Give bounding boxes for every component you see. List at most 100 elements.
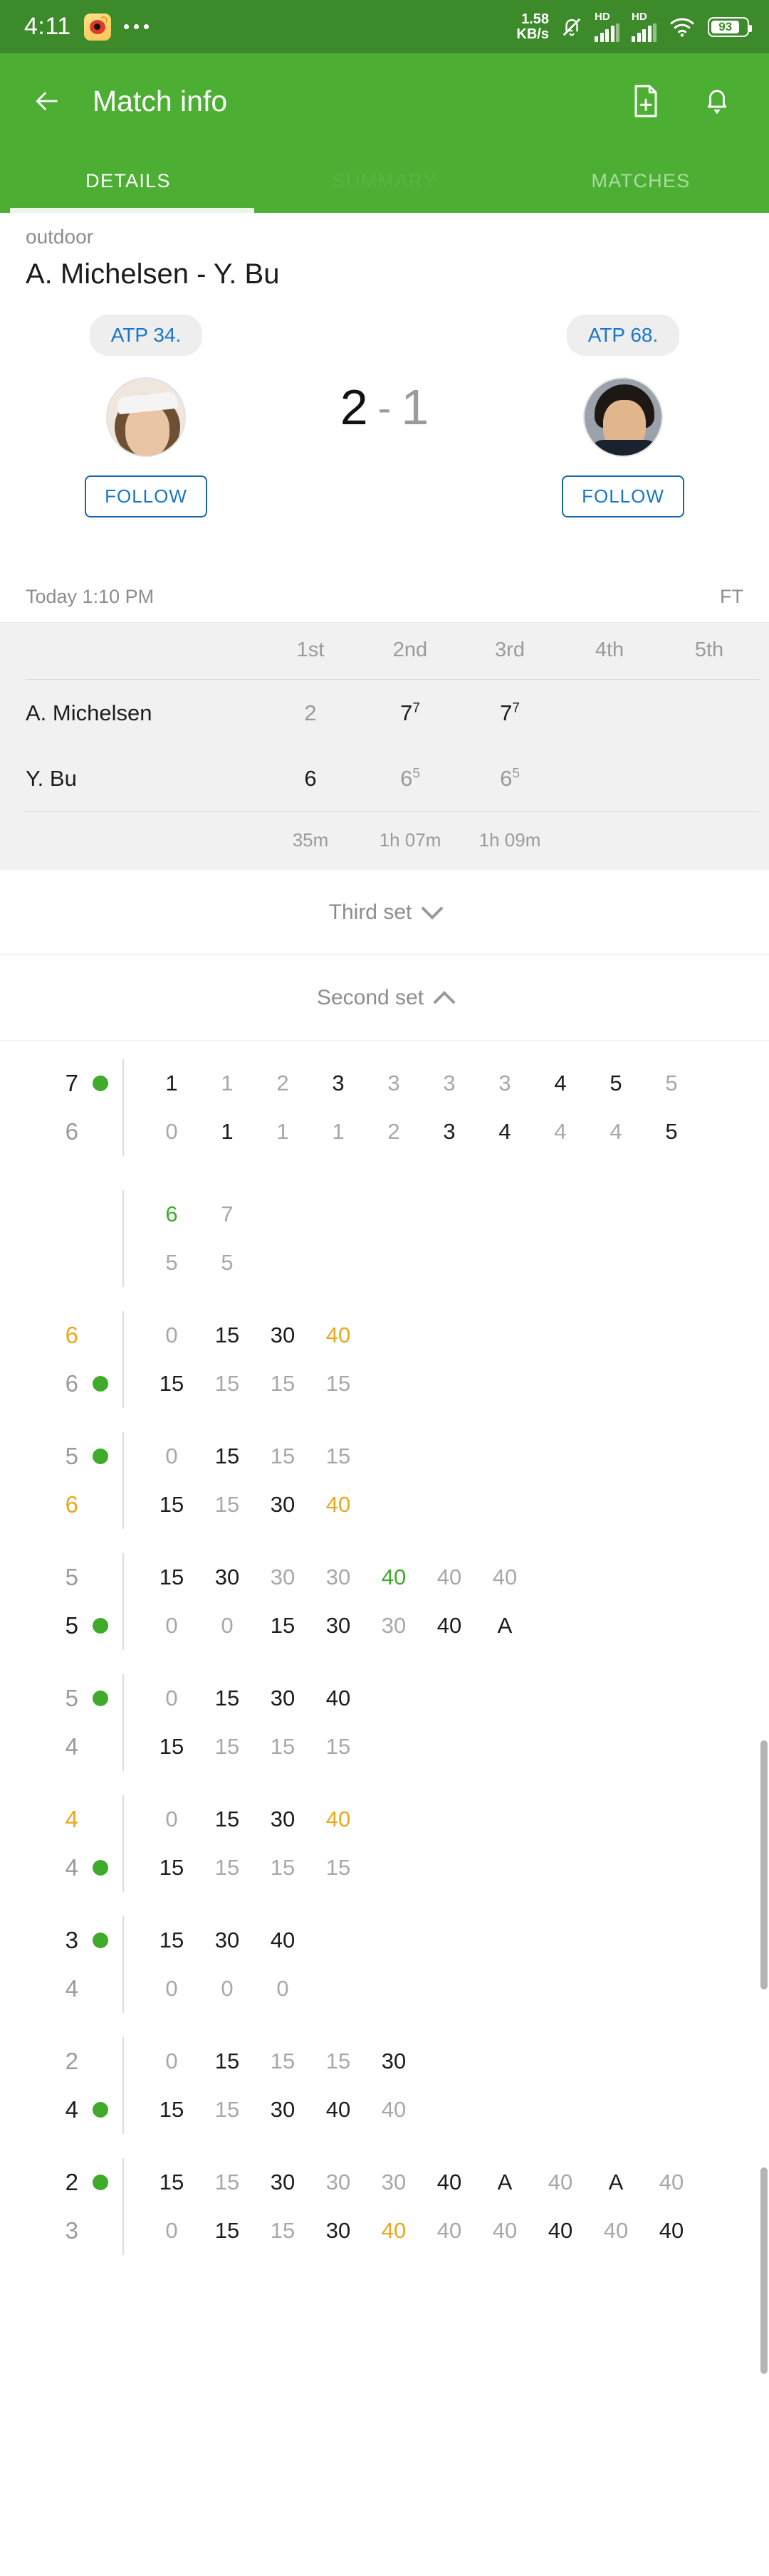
point-value: 40: [548, 2218, 573, 2243]
point-sequence: 15 30 30 30 40 40 40: [124, 1565, 533, 1590]
back-arrow-icon[interactable]: [24, 79, 68, 123]
weibo-icon: [83, 13, 111, 41]
point-value: 3: [443, 1071, 456, 1095]
set-row-name-home: A. Michelsen: [26, 700, 152, 725]
set-cell-away-2: 65: [400, 765, 420, 791]
point-by-point-row: 55: [0, 1239, 769, 1287]
point-value: 30: [325, 1565, 351, 1589]
point-value: 2: [387, 1119, 400, 1144]
follow-home-button[interactable]: FOLLOW: [85, 475, 207, 517]
scrollbar-thumb-secondary[interactable]: [760, 2167, 768, 2374]
point-sequence: 15 30 40: [124, 1928, 310, 1953]
point-value: 40: [492, 2218, 518, 2243]
notification-bell-icon[interactable]: [698, 81, 736, 121]
point-sequence: 1 1 2 3 3 3 3 4 5 5: [124, 1071, 699, 1096]
point-value: 15: [270, 1734, 295, 1759]
point-value: 40: [270, 1928, 295, 1952]
set-cell-home-2: 77: [400, 700, 420, 725]
point-by-point-row: 5 0 15 30 40: [0, 1674, 769, 1723]
set-score-table: 1st 2nd 3rd 4th 5th A. Michelsen 2 77 77: [0, 623, 769, 870]
point-sequence: 15 15 15 15: [124, 1734, 366, 1760]
game-count: 6: [65, 1322, 78, 1348]
point-value: 30: [381, 1613, 407, 1638]
tab-matches[interactable]: MATCHES: [513, 149, 769, 213]
point-sequence: 15 15 30 40 40: [124, 2097, 422, 2123]
player-away-rank[interactable]: ATP 68.: [566, 315, 680, 356]
set-column-3rd: 3rd: [495, 638, 525, 661]
point-value: 15: [214, 2097, 240, 2122]
point-value: 30: [270, 2170, 295, 2194]
set-column-1st: 1st: [296, 638, 325, 661]
point-value: 40: [381, 2097, 407, 2122]
point-value: 15: [214, 1371, 240, 1396]
point-value: 40: [436, 2218, 462, 2243]
point-by-point-row: 4 0 0 0: [0, 1965, 769, 2013]
set-section-second-set[interactable]: Second set: [0, 955, 769, 1041]
point-sequence: 67: [124, 1202, 255, 1227]
point-value: 15: [325, 2049, 351, 2073]
point-value: 15: [159, 1565, 184, 1589]
player-home-rank[interactable]: ATP 34.: [89, 315, 203, 356]
point-value: 15: [214, 1807, 240, 1831]
point-value: 30: [214, 1565, 240, 1589]
point-sequence: 15 15 15 15: [124, 1371, 366, 1397]
serve-indicator-dot-icon: [78, 1076, 122, 1091]
game-count: 2: [65, 2048, 78, 2074]
wifi-icon: [669, 16, 696, 38]
point-value: 15: [325, 1734, 351, 1759]
game-count: 7: [65, 1070, 78, 1096]
game-count: 5: [65, 1443, 78, 1469]
match-details-content: outdoor A. Michelsen - Y. Bu ATP 34. FOL…: [0, 213, 769, 2308]
point-by-point-row: 6 0 15 30 40: [0, 1311, 769, 1360]
point-value: 40: [659, 2218, 684, 2243]
tab-details[interactable]: DETAILS: [0, 149, 256, 213]
point-value: 40: [436, 1613, 462, 1638]
set-cell-away-3: 65: [500, 765, 520, 791]
game-count: 2: [65, 2169, 78, 2195]
serve-indicator-dot-icon: [78, 2102, 122, 2118]
point-value: 40: [325, 1323, 351, 1347]
point-value: 1: [165, 1071, 178, 1095]
point-sequence: 15 15 15 15: [124, 1855, 366, 1881]
point-value: 40: [381, 2218, 407, 2243]
point-by-point-game: 2 0 15 15 15 30 4 15 15 30 40 40: [0, 2037, 769, 2134]
point-value: 40: [325, 1807, 351, 1831]
point-value: 40: [381, 1565, 407, 1589]
scrollbar-thumb[interactable]: [760, 1740, 768, 1989]
set-section-label: Second set: [316, 985, 424, 1009]
point-value: 30: [270, 1323, 295, 1347]
document-add-icon[interactable]: [627, 81, 665, 121]
set-duration-1: 35m: [292, 829, 329, 851]
network-speed: 1.58 KB/s: [516, 12, 549, 41]
point-value: 15: [214, 1855, 240, 1880]
set-table-header-row: 1st 2nd 3rd 4th 5th: [26, 638, 759, 680]
point-value: 1: [276, 1119, 289, 1144]
point-value: 0: [221, 1613, 234, 1638]
point-sequence: 0 15 15 15: [124, 1444, 366, 1469]
game-count: 5: [65, 1685, 78, 1711]
point-by-point-row: 7 1 1 2 3 3 3 3 4 5 5: [0, 1059, 769, 1108]
point-by-point-game: 5 0 15 15 15 6 15 15 30 40: [0, 1432, 769, 1529]
point-value: 15: [159, 1492, 184, 1517]
point-sequence: 0 15 30 40: [124, 1686, 366, 1711]
match-title: A. Michelsen - Y. Bu: [26, 258, 280, 290]
status-bar-left: 4:11: [24, 13, 149, 41]
tab-summary[interactable]: SUMMARY: [256, 149, 513, 213]
point-value: 4: [498, 1119, 511, 1144]
sim2-hd-label: HD: [632, 11, 647, 23]
set-column-2nd: 2nd: [392, 638, 428, 661]
point-by-point-row: 2 15 15 30 30 30 40 A 40 A 40: [0, 2158, 769, 2207]
follow-away-button[interactable]: FOLLOW: [562, 475, 684, 517]
status-bar-right: 1.58 KB/s HD HD 93: [516, 11, 752, 42]
player-away-avatar[interactable]: [583, 377, 663, 457]
point-by-point-game: 5 15 30 30 30 40 40 40 5 0 0 15 30 30 40 A: [0, 1553, 769, 1650]
point-sequence: 55: [124, 1250, 255, 1276]
game-count: 4: [65, 1854, 78, 1881]
point-value: 5: [610, 1071, 622, 1095]
set-section-label: Third set: [328, 900, 412, 924]
point-value: 15: [214, 1323, 240, 1347]
serve-indicator-dot-icon: [78, 1376, 122, 1392]
point-value: 0: [276, 1976, 289, 2001]
set-cell-away-5: [659, 746, 759, 812]
set-section-third-set[interactable]: Third set: [0, 870, 769, 955]
